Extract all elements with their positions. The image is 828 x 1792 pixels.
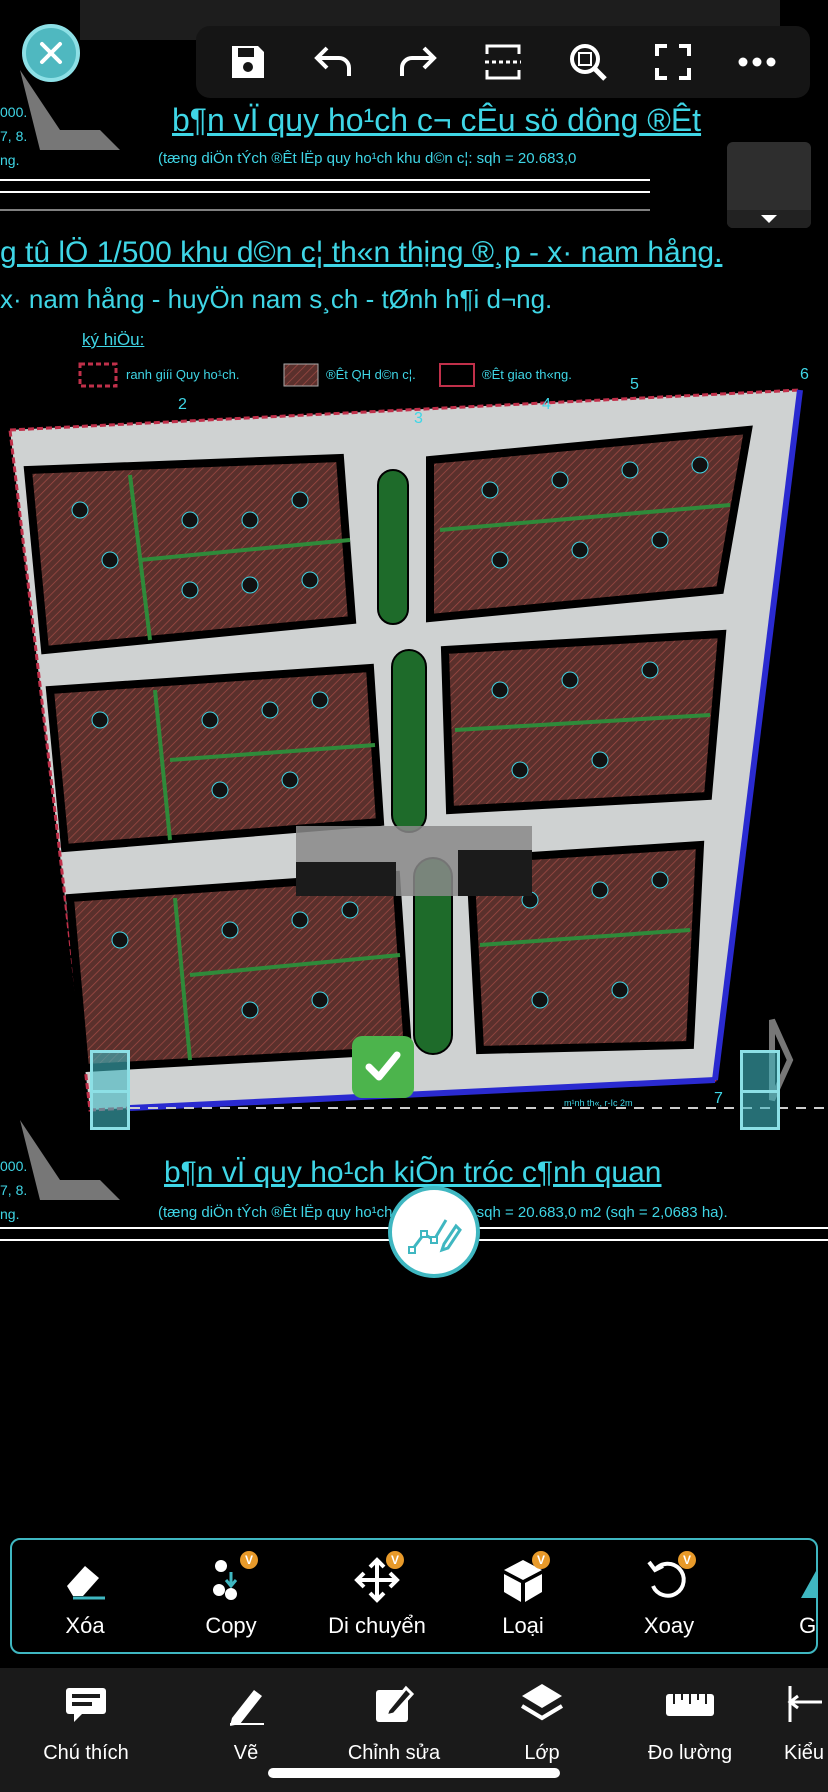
tab-measure-label: Đo lường xyxy=(647,1742,733,1764)
project-line-2: x· nam hång - huyÖn nam s¸ch - tØnh h¶i … xyxy=(0,284,553,314)
type-premium-badge: V xyxy=(532,1551,550,1569)
edit-toolbar: Xóa V Copy V Di chuyển V Loại V Xoay G xyxy=(10,1538,818,1654)
copy-label: Copy xyxy=(205,1613,257,1638)
point-label-3: 3 xyxy=(414,410,423,427)
confirm-button[interactable] xyxy=(352,1036,414,1098)
redo-icon xyxy=(400,46,437,76)
save-button[interactable] xyxy=(218,32,278,92)
fullscreen-button[interactable] xyxy=(643,32,703,92)
copy-premium-badge: V xyxy=(240,1551,258,1569)
scan-button[interactable] xyxy=(473,32,533,92)
edge-text-2: 7, 8. xyxy=(0,128,28,144)
zoom-button[interactable] xyxy=(558,32,618,92)
point-label-4: 4 xyxy=(542,396,551,413)
point-label-6: 6 xyxy=(800,366,809,383)
copy-button[interactable]: V Copy xyxy=(158,1551,304,1639)
tab-annotation-label: Chú thích xyxy=(43,1742,129,1764)
fullscreen-icon xyxy=(654,44,691,80)
legend-title: ký hiÖu: xyxy=(82,330,145,349)
plan-title-top: b¶n vÏ quy ho¹ch c¬ cÊu sö dông ®Êt xyxy=(172,102,702,138)
drawing-canvas[interactable]: b¶n vÏ quy ho¹ch c¬ cÊu sö dông ®Êt (tæn… xyxy=(0,0,828,1500)
cad-drawing xyxy=(0,0,828,1241)
rotate-label: Xoay xyxy=(643,1613,695,1638)
edge-text-4: 000. xyxy=(0,1158,28,1174)
tab-measure[interactable]: Đo lường xyxy=(616,1676,764,1765)
tab-draw[interactable]: Vẽ xyxy=(172,1676,320,1765)
point-label-5: 5 xyxy=(630,376,639,393)
tab-layers[interactable]: Lớp xyxy=(468,1676,616,1765)
move-button[interactable]: V Di chuyển xyxy=(304,1551,450,1639)
mirror-label: Gư xyxy=(799,1613,817,1638)
selection-handle-right[interactable] xyxy=(740,1050,780,1130)
mirror-button[interactable]: Gư xyxy=(742,1553,817,1639)
redo-button[interactable] xyxy=(388,32,448,92)
close-button[interactable] xyxy=(22,24,80,82)
mirror-icon xyxy=(801,1571,816,1598)
app-screen: b¶n vÏ quy ho¹ch c¬ cÊu sö dông ®Êt (tæn… xyxy=(0,0,828,1792)
edge-text-3: ng. xyxy=(0,152,20,168)
erase-label: Xóa xyxy=(65,1613,105,1638)
layers-icon xyxy=(520,1684,564,1721)
draw-fab-button[interactable] xyxy=(388,1186,480,1278)
selection-handle-left[interactable] xyxy=(90,1050,130,1130)
project-line-1: g tû lÖ 1/500 khu d©n c¦ th«n thịng ®¸p … xyxy=(0,236,723,269)
chevron-down-icon xyxy=(761,215,777,223)
save-icon xyxy=(232,46,265,78)
type-button[interactable]: V Loại xyxy=(450,1551,596,1639)
more-button[interactable] xyxy=(727,32,787,92)
scan-icon xyxy=(484,44,521,80)
zoom-icon xyxy=(569,44,607,81)
polyline-pen-icon xyxy=(408,1219,462,1254)
close-icon xyxy=(40,42,62,64)
rotate-premium-badge: V xyxy=(678,1551,696,1569)
more-icon xyxy=(738,57,776,67)
move-label: Di chuyển xyxy=(328,1613,426,1638)
point-label-2: 2 xyxy=(178,396,187,413)
legend-item-residential: ®Êt QH d©n c¦. xyxy=(326,367,416,382)
point-label-7: 7 xyxy=(714,1090,723,1107)
edit-icon xyxy=(376,1685,415,1722)
dimension-icon xyxy=(787,1686,822,1722)
thumbnail-toggle[interactable] xyxy=(727,210,811,228)
tab-dimension-style-label: Kiểu xyxy=(783,1742,825,1764)
tab-layers-label: Lớp xyxy=(524,1742,560,1764)
top-toolbar xyxy=(196,26,810,98)
edge-text-6: ng. xyxy=(0,1206,20,1222)
annotation-icon xyxy=(66,1688,106,1722)
tab-dimension-style[interactable]: Kiểu xyxy=(764,1676,828,1765)
road-note: m¹nh th«, r-Ic 2m xyxy=(564,1098,633,1108)
tab-draw-label: Vẽ xyxy=(233,1742,259,1764)
edge-text-1: 000. xyxy=(0,104,28,120)
edge-text-5: 7, 8. xyxy=(0,1182,28,1198)
erase-button[interactable]: Xóa xyxy=(12,1553,158,1639)
legend-item-boundary: ranh giíi Quy ho¹ch. xyxy=(126,367,240,382)
tab-annotation[interactable]: Chú thích xyxy=(0,1676,172,1765)
plan-title-bottom: b¶n vÏ quy ho¹ch kiÕn tróc c¶nh quan xyxy=(164,1156,662,1189)
ruler-icon xyxy=(666,1694,714,1716)
move-premium-badge: V xyxy=(386,1551,404,1569)
type-label: Loại xyxy=(502,1613,544,1638)
home-indicator xyxy=(268,1768,560,1778)
checkmark-icon xyxy=(365,1051,401,1081)
tab-modify[interactable]: Chỉnh sửa xyxy=(320,1676,468,1765)
rotate-button[interactable]: V Xoay xyxy=(596,1551,742,1639)
pen-icon xyxy=(230,1690,264,1726)
undo-icon xyxy=(314,46,352,76)
eraser-icon xyxy=(67,1566,105,1600)
tab-modify-label: Chỉnh sửa xyxy=(347,1742,441,1764)
undo-button[interactable] xyxy=(303,32,363,92)
plan-subtitle-top: (tæng diÖn tÝch ®Êt lËp quy ho¹ch khu d©… xyxy=(158,150,577,167)
legend-item-traffic: ®Êt giao th«ng. xyxy=(482,367,572,382)
